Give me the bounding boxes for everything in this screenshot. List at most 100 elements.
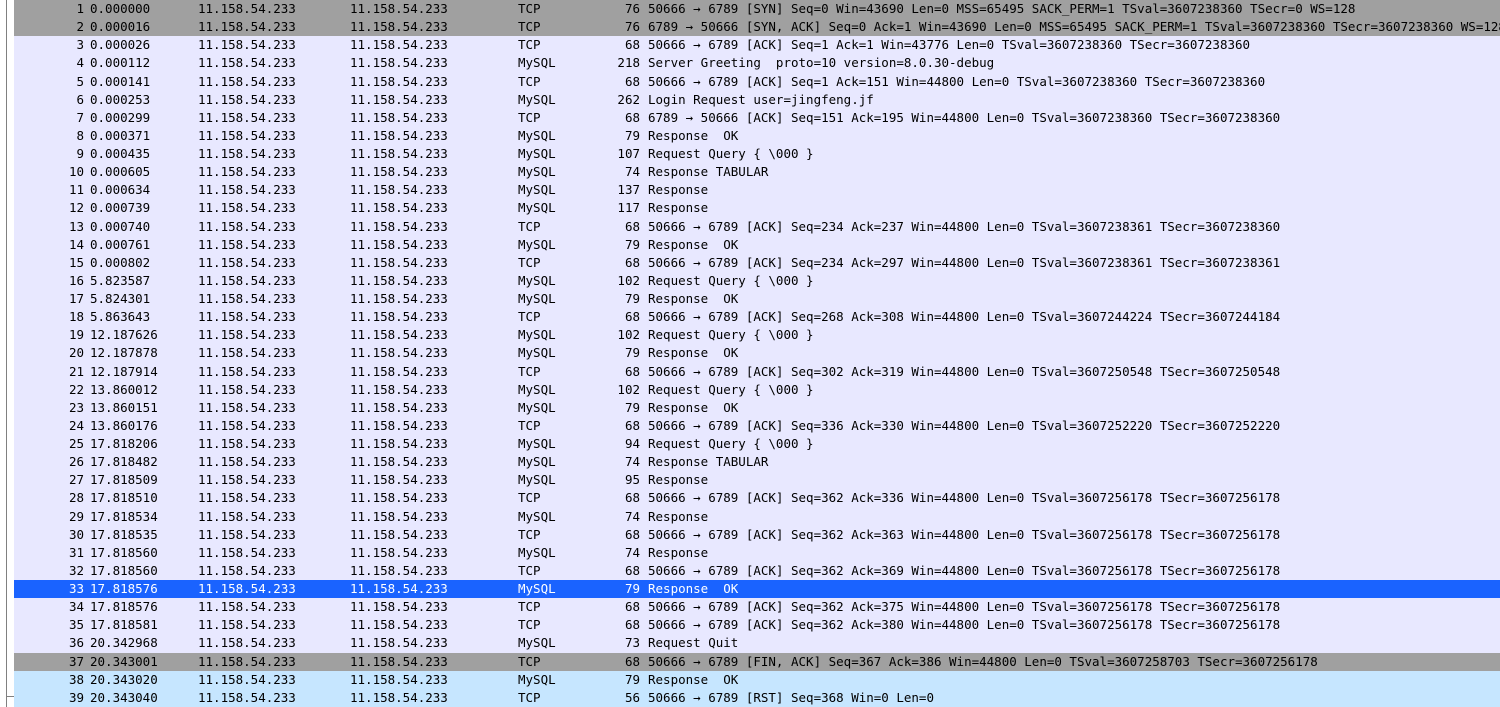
- packet-row[interactable]: 3117.81856011.158.54.23311.158.54.233MyS…: [14, 544, 1500, 562]
- packet-row[interactable]: 110.00063411.158.54.23311.158.54.233MySQ…: [14, 181, 1500, 199]
- packet-row[interactable]: 2617.81848211.158.54.23311.158.54.233MyS…: [14, 453, 1500, 471]
- col-info: 6789 → 50666 [SYN, ACK] Seq=0 Ack=1 Win=…: [644, 18, 1500, 36]
- packet-row[interactable]: 60.00025311.158.54.23311.158.54.233MySQL…: [14, 91, 1500, 109]
- col-no: 6: [14, 91, 90, 109]
- packet-row[interactable]: 2413.86017611.158.54.23311.158.54.233TCP…: [14, 417, 1500, 435]
- packet-row[interactable]: 2112.18791411.158.54.23311.158.54.233TCP…: [14, 363, 1500, 381]
- col-length: 68: [598, 653, 644, 671]
- col-no: 31: [14, 544, 90, 562]
- col-info: Response OK: [644, 671, 1500, 689]
- col-source: 11.158.54.233: [198, 435, 350, 453]
- packet-row[interactable]: 2717.81850911.158.54.23311.158.54.233MyS…: [14, 471, 1500, 489]
- col-info: Request Query { \000 }: [644, 145, 1500, 163]
- packet-row[interactable]: 2917.81853411.158.54.23311.158.54.233MyS…: [14, 508, 1500, 526]
- col-destination: 11.158.54.233: [350, 272, 518, 290]
- col-time: 0.000371: [90, 127, 198, 145]
- col-destination: 11.158.54.233: [350, 471, 518, 489]
- col-source: 11.158.54.233: [198, 127, 350, 145]
- packet-row[interactable]: 2012.18787811.158.54.23311.158.54.233MyS…: [14, 344, 1500, 362]
- col-time: 17.818581: [90, 616, 198, 634]
- packet-row[interactable]: 2313.86015111.158.54.23311.158.54.233MyS…: [14, 399, 1500, 417]
- packet-row[interactable]: 3820.34302011.158.54.23311.158.54.233MyS…: [14, 671, 1500, 689]
- packet-row[interactable]: 70.00029911.158.54.23311.158.54.233TCP68…: [14, 109, 1500, 127]
- packet-row[interactable]: 165.82358711.158.54.23311.158.54.233MySQ…: [14, 272, 1500, 290]
- packet-row[interactable]: 3317.81857611.158.54.23311.158.54.233MyS…: [14, 580, 1500, 598]
- packet-row[interactable]: 50.00014111.158.54.23311.158.54.233TCP68…: [14, 73, 1500, 91]
- packet-row[interactable]: 2517.81820611.158.54.23311.158.54.233MyS…: [14, 435, 1500, 453]
- col-source: 11.158.54.233: [198, 489, 350, 507]
- col-length: 79: [598, 580, 644, 598]
- packet-row[interactable]: 120.00073911.158.54.23311.158.54.233MySQ…: [14, 199, 1500, 217]
- col-source: 11.158.54.233: [198, 73, 350, 91]
- packet-row[interactable]: 3920.34304011.158.54.23311.158.54.233TCP…: [14, 689, 1500, 707]
- packet-row[interactable]: 20.00001611.158.54.23311.158.54.233TCP76…: [14, 18, 1500, 36]
- packet-row[interactable]: 90.00043511.158.54.23311.158.54.233MySQL…: [14, 145, 1500, 163]
- col-no: 7: [14, 109, 90, 127]
- col-destination: 11.158.54.233: [350, 562, 518, 580]
- packet-row[interactable]: 3620.34296811.158.54.23311.158.54.233MyS…: [14, 634, 1500, 652]
- col-length: 68: [598, 254, 644, 272]
- packet-row[interactable]: 80.00037111.158.54.23311.158.54.233MySQL…: [14, 127, 1500, 145]
- packet-list[interactable]: 10.00000011.158.54.23311.158.54.233TCP76…: [0, 0, 1500, 707]
- packet-row[interactable]: 30.00002611.158.54.23311.158.54.233TCP68…: [14, 36, 1500, 54]
- col-length: 262: [598, 91, 644, 109]
- packet-row[interactable]: 3417.81857611.158.54.23311.158.54.233TCP…: [14, 598, 1500, 616]
- packet-row[interactable]: 3217.81856011.158.54.23311.158.54.233TCP…: [14, 562, 1500, 580]
- col-time: 17.818576: [90, 598, 198, 616]
- col-time: 5.863643: [90, 308, 198, 326]
- col-no: 11: [14, 181, 90, 199]
- col-destination: 11.158.54.233: [350, 616, 518, 634]
- col-length: 68: [598, 489, 644, 507]
- col-info: Response: [644, 181, 1500, 199]
- packet-row[interactable]: 3017.81853511.158.54.23311.158.54.233TCP…: [14, 526, 1500, 544]
- col-length: 94: [598, 435, 644, 453]
- col-destination: 11.158.54.233: [350, 689, 518, 707]
- col-info: Server Greeting proto=10 version=8.0.30-…: [644, 54, 1500, 72]
- packet-row[interactable]: 10.00000011.158.54.23311.158.54.233TCP76…: [14, 0, 1500, 18]
- col-info: 50666 → 6789 [SYN] Seq=0 Win=43690 Len=0…: [644, 0, 1500, 18]
- col-protocol: MySQL: [518, 163, 598, 181]
- packet-row[interactable]: 3720.34300111.158.54.23311.158.54.233TCP…: [14, 653, 1500, 671]
- col-length: 107: [598, 145, 644, 163]
- col-time: 0.000605: [90, 163, 198, 181]
- packet-row[interactable]: 3517.81858111.158.54.23311.158.54.233TCP…: [14, 616, 1500, 634]
- col-time: 0.000739: [90, 199, 198, 217]
- col-protocol: TCP: [518, 73, 598, 91]
- col-no: 38: [14, 671, 90, 689]
- col-source: 11.158.54.233: [198, 417, 350, 435]
- col-protocol: TCP: [518, 0, 598, 18]
- col-destination: 11.158.54.233: [350, 54, 518, 72]
- col-protocol: TCP: [518, 308, 598, 326]
- col-length: 79: [598, 399, 644, 417]
- col-length: 74: [598, 508, 644, 526]
- packet-row[interactable]: 185.86364311.158.54.23311.158.54.233TCP6…: [14, 308, 1500, 326]
- packet-row[interactable]: 2817.81851011.158.54.23311.158.54.233TCP…: [14, 489, 1500, 507]
- col-protocol: TCP: [518, 653, 598, 671]
- packet-row[interactable]: 130.00074011.158.54.23311.158.54.233TCP6…: [14, 218, 1500, 236]
- packet-row[interactable]: 1912.18762611.158.54.23311.158.54.233MyS…: [14, 326, 1500, 344]
- col-length: 79: [598, 344, 644, 362]
- col-source: 11.158.54.233: [198, 453, 350, 471]
- col-source: 11.158.54.233: [198, 254, 350, 272]
- packet-row[interactable]: 140.00076111.158.54.23311.158.54.233MySQ…: [14, 236, 1500, 254]
- col-length: 73: [598, 634, 644, 652]
- col-length: 68: [598, 562, 644, 580]
- col-destination: 11.158.54.233: [350, 580, 518, 598]
- packet-row[interactable]: 40.00011211.158.54.23311.158.54.233MySQL…: [14, 54, 1500, 72]
- col-protocol: MySQL: [518, 435, 598, 453]
- col-info: 50666 → 6789 [ACK] Seq=362 Ack=369 Win=4…: [644, 562, 1500, 580]
- col-no: 5: [14, 73, 90, 91]
- col-destination: 11.158.54.233: [350, 598, 518, 616]
- col-time: 13.860012: [90, 381, 198, 399]
- col-info: Login Request user=jingfeng.jf: [644, 91, 1500, 109]
- col-time: 17.818510: [90, 489, 198, 507]
- col-length: 76: [598, 0, 644, 18]
- packet-row[interactable]: 150.00080211.158.54.23311.158.54.233TCP6…: [14, 254, 1500, 272]
- col-source: 11.158.54.233: [198, 18, 350, 36]
- packet-row[interactable]: 175.82430111.158.54.23311.158.54.233MySQ…: [14, 290, 1500, 308]
- col-source: 11.158.54.233: [198, 381, 350, 399]
- col-no: 18: [14, 308, 90, 326]
- packet-row[interactable]: 100.00060511.158.54.23311.158.54.233MySQ…: [14, 163, 1500, 181]
- col-time: 0.000435: [90, 145, 198, 163]
- packet-row[interactable]: 2213.86001211.158.54.23311.158.54.233MyS…: [14, 381, 1500, 399]
